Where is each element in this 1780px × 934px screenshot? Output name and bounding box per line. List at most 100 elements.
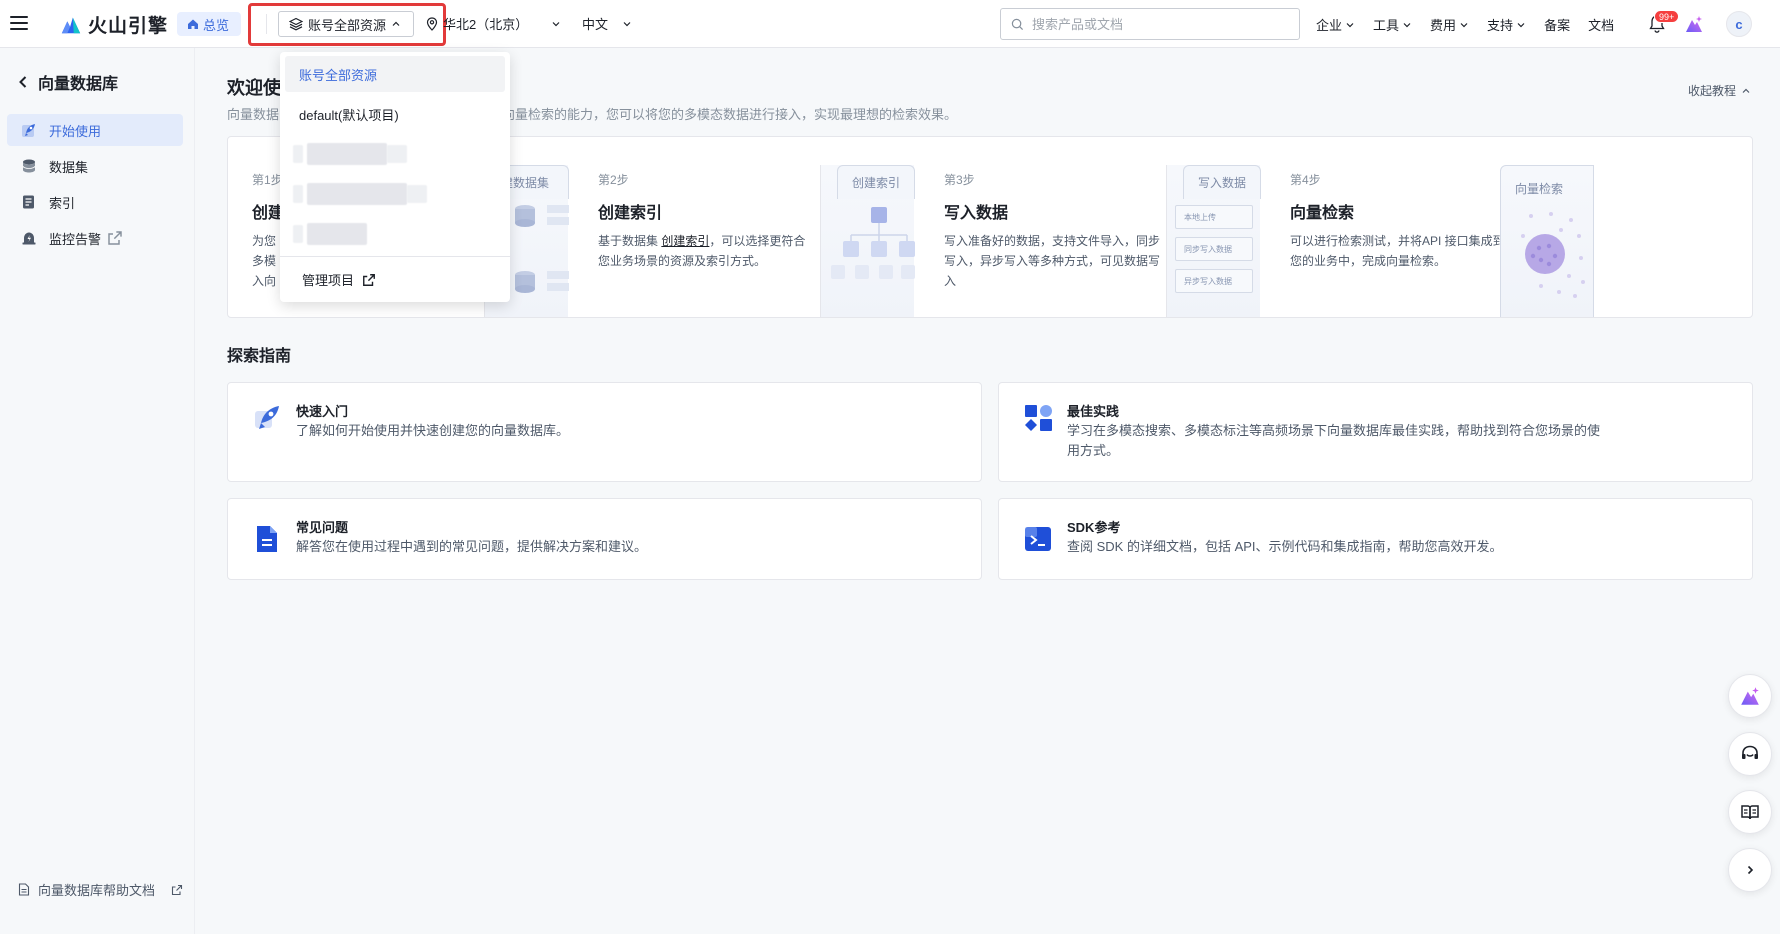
async-write-button: 异步写入数据 [1175, 269, 1253, 293]
illus-tab: 创建索引 [837, 165, 915, 199]
step-desc: 写入准备好的数据，支持文件导入，同步 写入，异步写入等多种方式，可见数据写 入 [944, 231, 1160, 291]
card-desc: 了解如何开始使用并快速创建您的向量数据库。 [296, 423, 570, 438]
step-desc-line: 写入，异步写入等多种方式，可见数据写 [944, 254, 1161, 268]
step-desc-line: 您的业务中，完成向量检索。 [1290, 254, 1447, 268]
language-value: 中文 [582, 17, 609, 32]
chevron-up-icon [392, 21, 400, 26]
sidebar-item-index[interactable]: 索引 [7, 186, 183, 218]
project-select[interactable]: 账号全部资源 [278, 11, 414, 37]
language-select[interactable]: 中文 [582, 14, 632, 33]
nav-filing[interactable]: 备案 [1544, 15, 1570, 34]
overview-label: 总览 [203, 17, 230, 33]
card-title: 最佳实践 [1067, 404, 1120, 419]
step-title: 写入数据 [944, 205, 1009, 222]
manage-projects-link[interactable]: 管理项目 [302, 270, 376, 289]
region-select[interactable]: 华北2（北京） [426, 14, 561, 33]
overview-button[interactable]: 总览 [177, 12, 242, 36]
step-desc-line: 基于数据集 创建索引，可以选择更符合 [598, 231, 805, 251]
top-nav: 企业 工具 费用 支持 备案 文档 [1316, 15, 1632, 34]
step-desc: 基于数据集 创建索引，可以选择更符合 您业务场景的资源及索引方式。 [598, 231, 805, 271]
nav-tools[interactable]: 工具 [1373, 15, 1412, 34]
step-2: 第2步 创建索引 基于数据集 创建索引，可以选择更符合 您业务场景的资源及索引方… [574, 137, 915, 317]
search-icon [1011, 18, 1024, 30]
chevron-down-icon [1460, 22, 1468, 27]
sidebar-item-label: 索引 [49, 195, 76, 211]
ai-assistant-icon [1741, 687, 1759, 705]
step-desc-line: 可以进行检索测试，并将API 接口集成到 [1290, 234, 1505, 248]
step-desc: 为您 多模 入向 [252, 231, 276, 291]
layers-icon [289, 17, 303, 31]
customer-service-button[interactable] [1728, 732, 1772, 776]
alarm-icon [22, 232, 36, 245]
collapse-label: 收起教程 [1688, 84, 1737, 98]
sync-write-button: 同步写入数据 [1175, 237, 1253, 261]
step-illustration: 创建索引 [820, 165, 915, 317]
card-faq[interactable]: 常见问题 解答您在使用过程中遇到的常见问题，提供解决方案和建议。 [227, 498, 982, 580]
chevron-up-icon [1742, 88, 1750, 93]
nav-billing[interactable]: 费用 [1430, 15, 1469, 34]
project-select-value: 账号全部资源 [308, 17, 387, 33]
dropdown-item-default-project[interactable]: default(默认项目) [285, 96, 505, 132]
step-desc-line: 写入准备好的数据，支持文件导入，同步 [944, 234, 1161, 248]
dropdown-item-all-resources[interactable]: 账号全部资源 [285, 56, 505, 92]
document-icon [257, 526, 277, 552]
dropdown-item-redacted[interactable] [285, 136, 505, 172]
home-icon [188, 19, 198, 29]
sidebar-item-dataset[interactable]: 数据集 [7, 150, 183, 182]
ai-assistant-icon[interactable] [1684, 14, 1704, 34]
sidebar-title: 向量数据库 [38, 76, 119, 93]
nav-support[interactable]: 支持 [1487, 15, 1526, 34]
chevron-down-icon [1346, 22, 1354, 27]
external-link-icon [108, 231, 122, 245]
welcome-desc: 向量数据 [227, 107, 280, 122]
brand-logo[interactable]: 火山引擎 [60, 11, 168, 38]
sidebar-item-monitoring[interactable]: 监控告警 [7, 222, 183, 254]
menu-icon[interactable] [10, 14, 28, 32]
docs-button[interactable] [1728, 790, 1772, 834]
dropdown-item-redacted[interactable] [285, 176, 505, 212]
location-pin-icon [426, 16, 438, 31]
chevron-down-icon [623, 21, 631, 26]
welcome-title: 欢迎使 [227, 78, 281, 98]
step-desc-line: 入向 [252, 274, 277, 288]
nav-label: 企业 [1316, 18, 1343, 33]
avatar[interactable]: c [1726, 11, 1752, 37]
nav-docs[interactable]: 文档 [1588, 15, 1614, 34]
card-desc-line: 用方式。 [1067, 443, 1120, 458]
card-best-practice[interactable]: 最佳实践 学习在多模态搜索、多模态标注等高频场景下向量数据库最佳实践，帮助找到符… [998, 382, 1753, 482]
nav-label: 费用 [1430, 18, 1457, 33]
card-quick-start[interactable]: 快速入门 了解如何开始使用并快速创建您的向量数据库。 [227, 382, 982, 482]
chevron-left-icon [19, 76, 27, 88]
sidebar-item-label: 监控告警 [49, 231, 102, 247]
nav-label: 工具 [1373, 18, 1400, 33]
collapse-tutorial-button[interactable]: 收起教程 [1688, 82, 1751, 99]
card-title: 快速入门 [296, 404, 349, 419]
card-sdk-reference[interactable]: SDK参考 查阅 SDK 的详细文档，包括 API、示例代码和集成指南，帮助您高… [998, 498, 1753, 580]
ai-assistant-button[interactable] [1728, 674, 1772, 718]
external-link-icon [171, 884, 183, 895]
top-bar: 火山引擎 总览 账号全部资源 华北2（北京） 中文 企业 工具 费用 支持 [0, 0, 1780, 48]
explore-title: 探索指南 [227, 348, 292, 365]
expand-button[interactable] [1728, 848, 1772, 892]
create-index-link[interactable]: 创建索引 [661, 234, 709, 248]
sidebar-back-title[interactable]: 向量数据库 [18, 70, 118, 94]
step-desc-prefix: 基于数据集 [598, 234, 662, 248]
search-box[interactable] [1000, 8, 1300, 40]
nav-enterprise[interactable]: 企业 [1316, 15, 1355, 34]
search-input[interactable] [1032, 16, 1289, 32]
step-3: 第3步 写入数据 写入准备好的数据，支持文件导入，同步 写入，异步写入等多种方式… [920, 137, 1261, 317]
notification-badge: 99+ [1654, 10, 1680, 23]
chevron-down-icon [552, 21, 560, 26]
external-link-icon [363, 273, 375, 286]
tree-diagram-icon [831, 207, 915, 279]
step-number: 第3步 [944, 173, 975, 187]
sidebar-item-get-started[interactable]: 开始使用 [7, 114, 183, 146]
brand-name: 火山引擎 [88, 16, 169, 37]
rocket-icon [255, 406, 279, 429]
dropdown-item-redacted[interactable] [285, 216, 505, 252]
sidebar-help-doc-link[interactable]: 向量数据库帮助文档 [18, 880, 183, 899]
shapes-icon [1025, 405, 1052, 431]
card-desc: 学习在多模态搜索、多模态标注等高频场景下向量数据库最佳实践，帮助找到符合您场景的… [1067, 421, 1627, 461]
step-title: 创建索引 [598, 205, 663, 222]
step-desc-line: 为您 [252, 234, 277, 248]
